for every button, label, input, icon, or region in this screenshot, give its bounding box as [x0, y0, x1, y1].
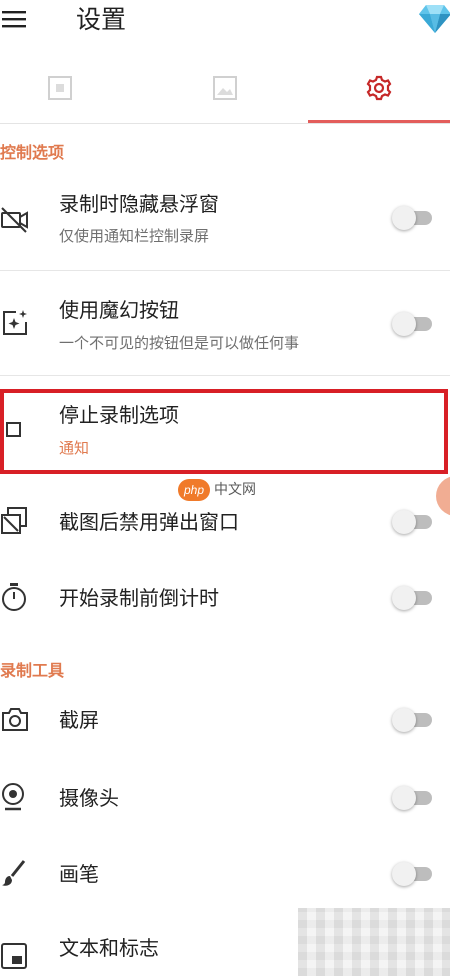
toggle-hide-floating-window[interactable] [390, 204, 438, 232]
tab-settings[interactable] [308, 52, 450, 124]
item-subtitle: 一个不可见的按钮但是可以做任何事 [59, 334, 300, 352]
settings-screen: 设置 控制选项 录制时隐藏悬浮窗 仅使用通知栏控制录屏 使用魔幻按钮 一个不可见… [0, 0, 450, 976]
item-title: 截屏 [59, 708, 99, 732]
hamburger-menu-icon[interactable] [2, 6, 28, 32]
toggle-brush[interactable] [390, 860, 438, 888]
divider [0, 375, 450, 376]
toggle-disable-popup[interactable] [390, 508, 438, 536]
tab-image[interactable] [150, 52, 300, 124]
screenshot-popup-icon [1, 507, 27, 534]
timer-icon [2, 583, 26, 611]
camera-off-icon [1, 207, 28, 233]
webcam-icon [2, 783, 24, 811]
section-header-tools: 录制工具 [0, 661, 65, 680]
item-title: 摄像头 [59, 786, 119, 810]
list-item-hide-floating-window[interactable]: 录制时隐藏悬浮窗 仅使用通知栏控制录屏 [0, 186, 450, 266]
watermark-text: 中文网 [214, 482, 256, 498]
section-header-control: 控制选项 [0, 143, 65, 162]
diamond-icon[interactable] [418, 1, 450, 35]
toggle-webcam[interactable] [390, 784, 438, 812]
list-item-brush[interactable]: 画笔 [0, 854, 450, 896]
item-subtitle: 仅使用通知栏控制录屏 [59, 227, 210, 245]
item-title: 文本和标志 [59, 936, 159, 960]
list-item-countdown-before-recording[interactable]: 开始录制前倒计时 [0, 578, 450, 620]
magic-sparkle-icon [3, 310, 27, 335]
list-item-webcam[interactable]: 摄像头 [0, 778, 450, 820]
item-title: 截图后禁用弹出窗口 [59, 510, 239, 534]
brush-icon [2, 860, 26, 886]
toggle-screenshot[interactable] [390, 706, 438, 734]
item-title: 开始录制前倒计时 [59, 586, 219, 610]
highlight-box [0, 389, 448, 474]
list-item-disable-popup-after-screenshot[interactable]: 截图后禁用弹出窗口 [0, 502, 450, 544]
item-title: 使用魔幻按钮 [59, 298, 179, 322]
gear-icon [366, 75, 392, 101]
watermark-logo: php [178, 479, 210, 501]
item-title: 录制时隐藏悬浮窗 [59, 192, 219, 216]
text-logo-icon [1, 943, 27, 969]
divider [0, 270, 450, 271]
toggle-magic-button[interactable] [390, 310, 438, 338]
tabs-divider [0, 123, 450, 124]
app-bar: 设置 [0, 0, 450, 50]
toggle-countdown[interactable] [390, 584, 438, 612]
blur-overlay [298, 908, 450, 976]
tab-bar [0, 52, 450, 124]
list-item-screenshot[interactable]: 截屏 [0, 700, 450, 742]
tab-video[interactable] [0, 52, 120, 124]
image-icon [213, 76, 237, 100]
page-title: 设置 [76, 5, 127, 34]
item-title: 画笔 [59, 862, 99, 886]
watermark: php 中文网 [178, 479, 268, 503]
camera-icon [2, 708, 28, 731]
video-frame-icon [48, 76, 72, 100]
list-item-magic-button[interactable]: 使用魔幻按钮 一个不可见的按钮但是可以做任何事 [0, 290, 450, 370]
